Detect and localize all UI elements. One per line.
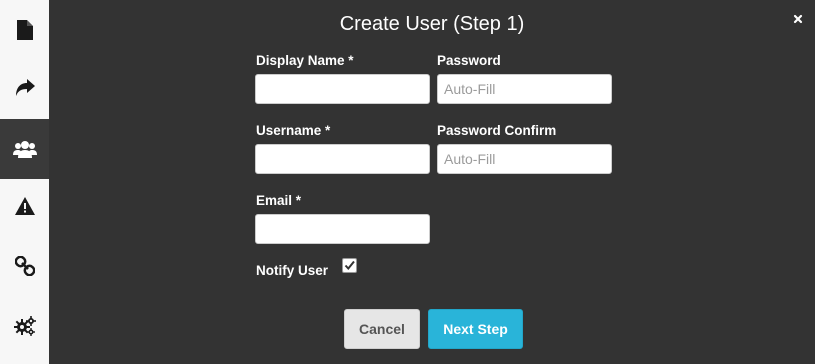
email-label: Email * — [256, 193, 302, 208]
password-confirm-label: Password Confirm — [437, 123, 557, 138]
share-arrow-icon — [15, 79, 35, 96]
cancel-button[interactable]: Cancel — [344, 309, 420, 349]
sidebar-item-settings[interactable] — [0, 296, 49, 356]
display-name-input[interactable] — [255, 74, 430, 104]
password-label: Password — [437, 53, 501, 68]
notify-user-checkbox[interactable] — [342, 258, 357, 273]
email-input[interactable] — [255, 214, 430, 244]
display-name-label: Display Name * — [256, 53, 354, 68]
password-confirm-input[interactable] — [437, 144, 612, 174]
sidebar-item-links[interactable] — [0, 236, 49, 296]
sidebar-item-users[interactable] — [0, 119, 49, 179]
users-icon — [12, 141, 37, 158]
file-icon — [16, 20, 33, 40]
dialog-title: Create User (Step 1) — [339, 13, 525, 35]
password-input[interactable] — [437, 74, 612, 104]
checkmark-icon — [344, 260, 355, 271]
gears-icon — [13, 316, 36, 336]
warning-icon — [14, 197, 35, 215]
sidebar-item-document[interactable] — [0, 0, 49, 60]
create-user-dialog: Create User (Step 1) Display Name * Pass… — [0, 0, 815, 364]
username-label: Username * — [256, 123, 331, 138]
link-icon — [14, 256, 35, 276]
sidebar — [0, 0, 49, 364]
sidebar-item-share[interactable] — [0, 58, 49, 118]
next-step-button[interactable]: Next Step — [428, 309, 523, 349]
notify-user-label: Notify User — [256, 263, 329, 278]
sidebar-item-alerts[interactable] — [0, 176, 49, 236]
username-input[interactable] — [255, 144, 430, 174]
